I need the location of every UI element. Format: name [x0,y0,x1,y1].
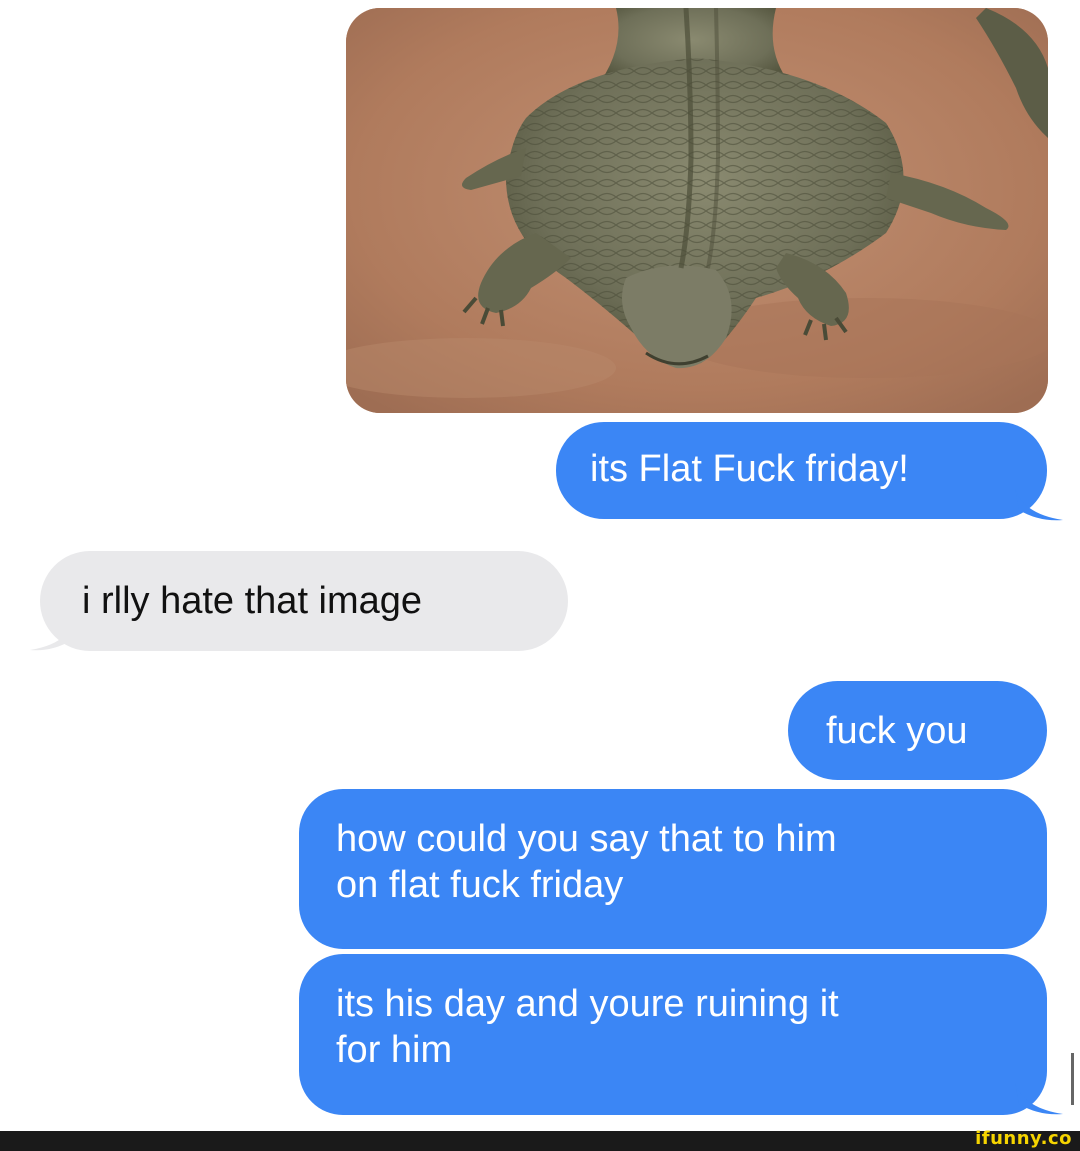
bubble-tail [30,618,76,651]
bubble-tail [1015,488,1063,521]
ifunny-watermark: ifunny.co [975,1128,1072,1149]
crocodile-image-message[interactable] [346,8,1048,413]
message-bubble-sent[interactable]: fuck you [788,681,1047,780]
crocodile-photo [346,8,1048,413]
message-bubble-sent[interactable]: its Flat Fuck friday! [556,422,1047,519]
watermark-bar [0,1131,1080,1151]
message-bubble-sent[interactable]: its his day and youre ruining it for him [299,954,1047,1115]
message-bubble-sent[interactable]: how could you say that to him on flat fu… [299,789,1047,949]
scroll-indicator [1071,1053,1074,1105]
bubble-tail [1015,1082,1063,1115]
message-bubble-received[interactable]: i rlly hate that image [40,551,568,651]
